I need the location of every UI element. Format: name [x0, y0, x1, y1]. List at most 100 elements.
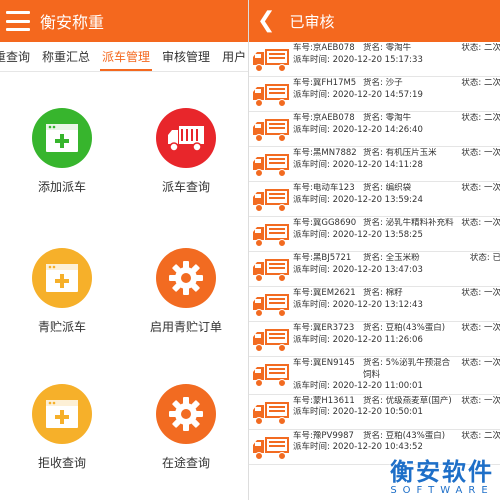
status-label: 状态: — [461, 148, 482, 158]
back-icon[interactable]: ❮ — [257, 10, 275, 32]
plate-label: 车号: — [293, 288, 313, 298]
status-label: 状态: — [461, 288, 482, 298]
menu-icon[interactable] — [6, 11, 30, 31]
record-status: 状态: 一次 — [458, 148, 500, 160]
record-plate: 车号:黑MN7882 — [293, 148, 363, 160]
plate-label: 车号: — [293, 358, 313, 368]
status-value: 二次 — [483, 78, 500, 88]
record-list-item[interactable]: 车号:蒙H13611 货名: 优级燕麦草(国产) 状态: 一次 派车时间: 2020-… — [249, 394, 500, 430]
goods-label: 货名: — [363, 113, 383, 123]
page-title: 已审核 — [289, 12, 335, 31]
goods-label: 货名: — [363, 358, 383, 368]
record-goods: 货名: 编织袋 — [363, 183, 458, 195]
record-list-item[interactable]: 车号:黑BJ5721货名: 全玉米粉状态: 已派车时间: 2020-12-20 … — [249, 252, 500, 287]
plate-value: 冀FH17M5 — [312, 78, 357, 88]
record-goods: 货名: 豆粕(43%蛋白) — [363, 323, 458, 335]
time-label: 派车时间: — [293, 264, 330, 275]
tab-audit-management[interactable]: 审核管理 — [156, 42, 216, 71]
time-value: 2020-12-20 14:57:19 — [332, 89, 423, 100]
record-list-item[interactable]: 车号:冀EM2621 货名: 棉籽 状态: 一次 派车时间: 2020-12-20 1… — [249, 287, 500, 322]
status-label: 状态: — [461, 430, 482, 441]
record-goods: 货名: 优级燕麦草(国产) — [363, 396, 458, 408]
time-value: 2020-12-20 13:58:25 — [332, 229, 423, 240]
plate-label: 车号: — [293, 253, 313, 263]
goods-label: 货名: — [363, 148, 383, 158]
menu-item-silage-dispatch[interactable]: 青贮派车 — [0, 248, 124, 335]
record-list-item[interactable]: 车号:黑MN7882 货名: 有机压片玉米 状态: 一次 派车时间: 2020-12-… — [249, 147, 500, 182]
record-list-item[interactable]: 车号:电动车123 货名: 编织袋 状态: 一次 派车时间: 2020-12-20 1… — [249, 182, 500, 217]
record-goods: 货名: 零淘牛 — [363, 113, 458, 125]
record-info: 车号:京AEB078 货名: 零淘牛 状态: 二次 派车时间: 2020-12-20 … — [291, 43, 500, 75]
tab-weigh-summary[interactable]: 称重汇总 — [36, 42, 96, 71]
status-label: 状态: — [469, 253, 490, 263]
record-goods: 货名: 棉籽 — [363, 288, 458, 300]
plate-value: 冀EN9145 — [312, 358, 355, 368]
record-list-item[interactable]: 车号:京AEB078 货名: 零淘牛 状态: 二次 派车时间: 2020-12-20 … — [249, 42, 500, 77]
plate-label: 车号: — [293, 323, 313, 333]
status-value: 一次 — [483, 323, 500, 333]
plate-label: 车号: — [293, 395, 313, 406]
goods-label: 货名: — [363, 218, 383, 228]
gear-icon — [156, 384, 216, 444]
time-value: 2020-12-20 11:00:01 — [332, 381, 423, 391]
record-goods: 货名: 沙子 — [363, 78, 458, 90]
app-title: 衡安称重 — [40, 13, 105, 32]
time-label: 派车时间: — [293, 407, 330, 417]
goods-label: 货名: — [363, 323, 383, 333]
record-info: 车号:冀FH17M5 货名: 沙子 状态: 二次 派车时间: 2020-12-20 1… — [291, 78, 500, 110]
menu-item-add-dispatch[interactable]: 添加派车 — [0, 108, 124, 195]
record-list-item[interactable]: 车号:冀EN9145 货名: 5%泌乳牛预混合饲料 状态: 一次 派车时间: 2020… — [249, 357, 500, 395]
menu-label: 拒收查询 — [37, 456, 86, 470]
menu-item-rejection-query[interactable]: 拒收查询 — [0, 384, 124, 471]
status-label: 状态: — [461, 183, 482, 193]
menu-label: 青贮派车 — [37, 320, 86, 334]
record-time: 派车时间: 2020-12-20 10:43:52 — [293, 442, 500, 454]
goods-label: 货名: — [363, 253, 383, 263]
record-plate: 车号:蒙H13611 — [293, 396, 363, 408]
record-time: 派车时间: 2020-12-20 15:17:33 — [293, 55, 500, 67]
record-plate: 车号:冀FH17M5 — [293, 78, 363, 90]
record-list-item[interactable]: 车号:京AEB078 货名: 零淘牛 状态: 二次 派车时间: 2020-12-20 … — [249, 112, 500, 147]
record-goods: 货名: 豆粕(43%蛋白) — [363, 431, 458, 443]
goods-value: 全玉米粉 — [385, 253, 420, 263]
gear-icon — [156, 248, 216, 308]
plate-value: 蒙H13611 — [312, 395, 355, 406]
truck-icon — [251, 115, 291, 145]
record-status: 状态: 一次 — [458, 323, 500, 335]
record-list-item[interactable]: 车号:冀FH17M5 货名: 沙子 状态: 二次 派车时间: 2020-12-20 1… — [249, 77, 500, 112]
record-list-item[interactable]: 车号:冀ER3723 货名: 豆粕(43%蛋白) 状态: 一次 派车时间: 2020-… — [249, 322, 500, 357]
record-time: 派车时间: 2020-12-20 11:26:06 — [293, 335, 500, 347]
menu-item-enable-silage-order[interactable]: 启用青贮订单 — [124, 248, 248, 335]
tab-dispatch-management[interactable]: 派车管理 — [96, 42, 156, 71]
goods-value: 优级燕麦草(国产) — [385, 395, 452, 406]
goods-value: 泌乳牛精料补充料 — [385, 218, 454, 228]
add-window-icon — [32, 108, 92, 168]
plate-value: 京AEB078 — [312, 43, 355, 53]
add-window-icon — [32, 248, 92, 308]
watermark: 衡安软件 SOFTWARE — [390, 459, 494, 496]
record-info: 车号:冀EN9145 货名: 5%泌乳牛预混合饲料 状态: 一次 派车时间: 2020… — [291, 358, 500, 393]
time-label: 派车时间: — [293, 299, 330, 310]
plate-label: 车号: — [293, 78, 313, 88]
time-value: 2020-12-20 15:17:33 — [332, 54, 423, 65]
record-info: 车号:冀GG8690 货名: 泌乳牛精料补充料 状态: 一次 派车时间: 2020-1… — [291, 218, 500, 250]
plate-label: 车号: — [293, 430, 313, 441]
record-status: 状态: 二次 — [458, 431, 500, 443]
record-time: 派车时间: 2020-12-20 13:58:25 — [293, 230, 500, 242]
truck-icon — [251, 150, 291, 180]
truck-icon — [156, 108, 216, 168]
menu-item-dispatch-query[interactable]: 派车查询 — [124, 108, 248, 195]
menu-label: 在途查询 — [161, 456, 210, 470]
record-info: 车号:冀EM2621 货名: 棉籽 状态: 一次 派车时间: 2020-12-20 1… — [291, 288, 500, 320]
truck-icon — [251, 290, 291, 320]
record-status: 状态: 二次 — [458, 78, 500, 90]
record-list-item[interactable]: 车号:冀GG8690 货名: 泌乳牛精料补充料 状态: 一次 派车时间: 2020-1… — [249, 217, 500, 252]
truck-icon — [251, 398, 291, 428]
record-plate: 车号:电动车123 — [293, 183, 363, 195]
tab-user[interactable]: 用户 — [216, 42, 248, 71]
record-goods: 货名: 泌乳牛精料补充料 — [363, 218, 458, 230]
menu-item-in-transit-query[interactable]: 在途查询 — [124, 384, 248, 471]
time-label: 派车时间: — [293, 442, 330, 452]
tab-weigh-query[interactable]: 重查询 — [0, 42, 36, 71]
record-info: 车号:蒙H13611 货名: 优级燕麦草(国产) 状态: 一次 派车时间: 2020-… — [291, 396, 500, 428]
